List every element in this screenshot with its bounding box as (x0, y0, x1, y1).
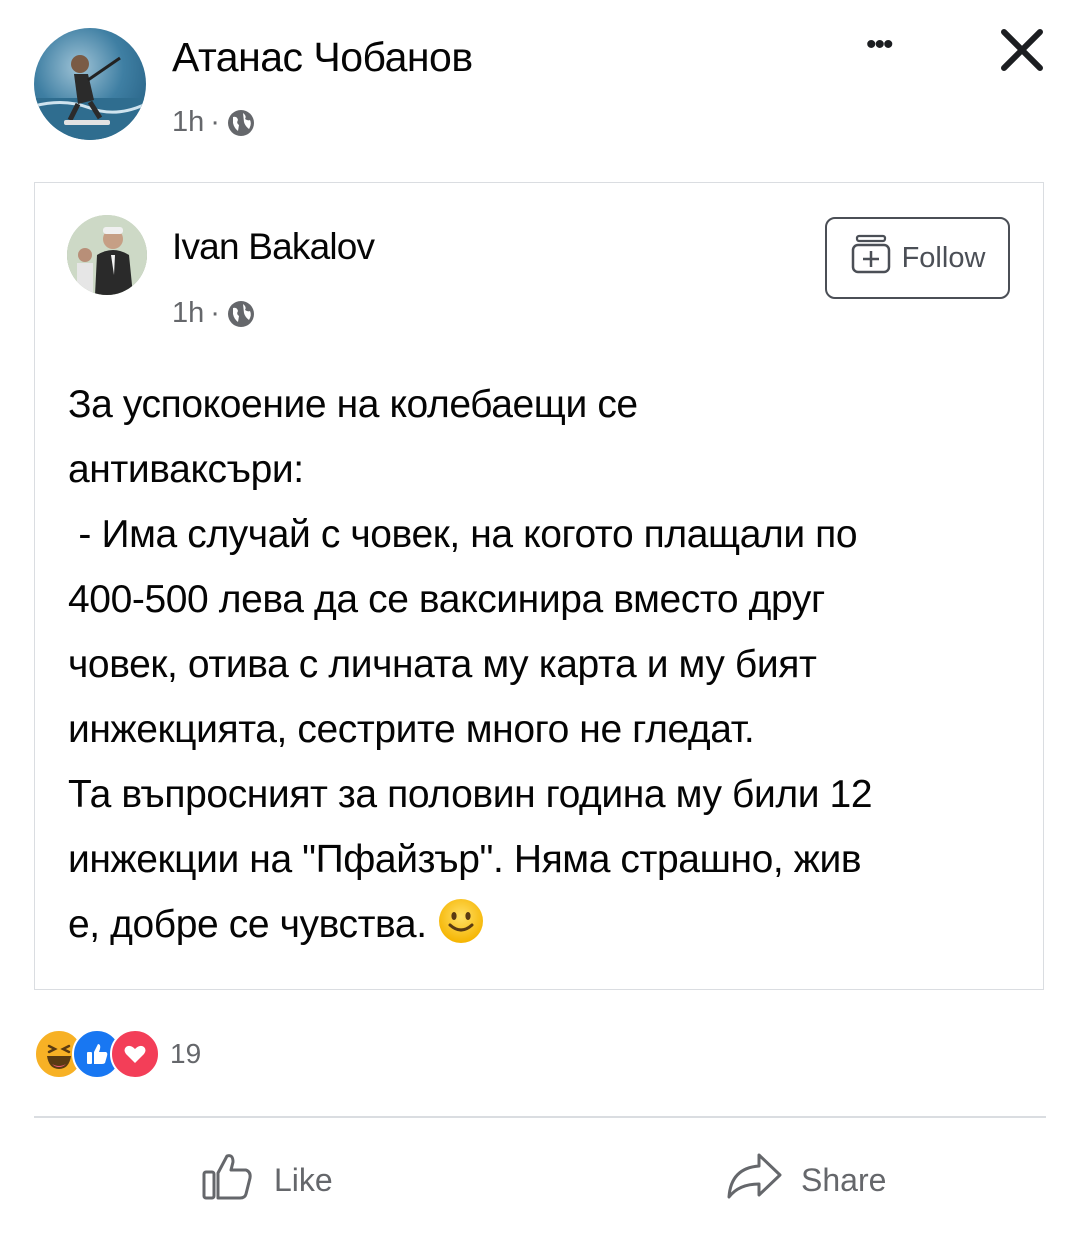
post-meta: 1h · (172, 106, 256, 139)
meta-separator: · (210, 297, 220, 329)
follow-icon (850, 233, 892, 283)
post-text-line: антиваксъри: (68, 448, 304, 491)
thumbs-up-icon (200, 1148, 256, 1212)
post-text-line: За успокоение на колебаещи се (68, 383, 638, 426)
post-text-line: човек, отива с личната му карта и му бия… (68, 643, 817, 686)
shared-author-avatar[interactable] (67, 215, 147, 295)
post-text-line: Та въпросният за половин година му били … (68, 773, 873, 816)
shared-author-name[interactable]: Ivan Bakalov (172, 226, 375, 268)
shared-post-text: За успокоение на колебаещи се антиваксър… (68, 372, 1028, 957)
reaction-count: 19 (170, 1038, 202, 1069)
like-label: Like (274, 1161, 333, 1198)
more-options-icon[interactable]: ••• (866, 30, 914, 60)
post-text-line: инжекцията, сестрите много не гледат. (68, 708, 755, 751)
divider (34, 1116, 1046, 1118)
reactions-summary[interactable]: 19 (34, 1029, 202, 1079)
share-label: Share (801, 1161, 887, 1198)
post-text-line: е, добре се чувства. (68, 903, 427, 946)
like-button[interactable]: Like (200, 1150, 333, 1210)
close-icon[interactable] (998, 26, 1046, 74)
post-text-line: - Има случай с човек, на когото плащали … (68, 513, 858, 556)
follow-button[interactable]: Follow (825, 217, 1010, 299)
post-time[interactable]: 1h (172, 106, 204, 139)
post-text-line: 400-500 лева да се ваксинира вместо друг (68, 578, 825, 621)
follow-label: Follow (901, 241, 986, 274)
share-button[interactable]: Share (725, 1150, 886, 1210)
author-avatar[interactable] (34, 28, 146, 140)
globe-icon (226, 108, 256, 138)
shared-post-meta: 1h · (172, 297, 256, 330)
globe-icon (226, 299, 256, 329)
love-icon (110, 1029, 160, 1079)
post-author-name[interactable]: Атанас Чобанов (172, 34, 473, 81)
meta-separator: · (210, 106, 220, 138)
share-arrow-icon (725, 1151, 783, 1209)
smiling-face-icon (437, 897, 485, 945)
shared-post-time[interactable]: 1h (172, 297, 204, 330)
post-text-line-last: е, добре се чувства. (68, 892, 1028, 957)
post-text-line: инжекции на "Пфайзър". Няма страшно, жив (68, 838, 862, 881)
